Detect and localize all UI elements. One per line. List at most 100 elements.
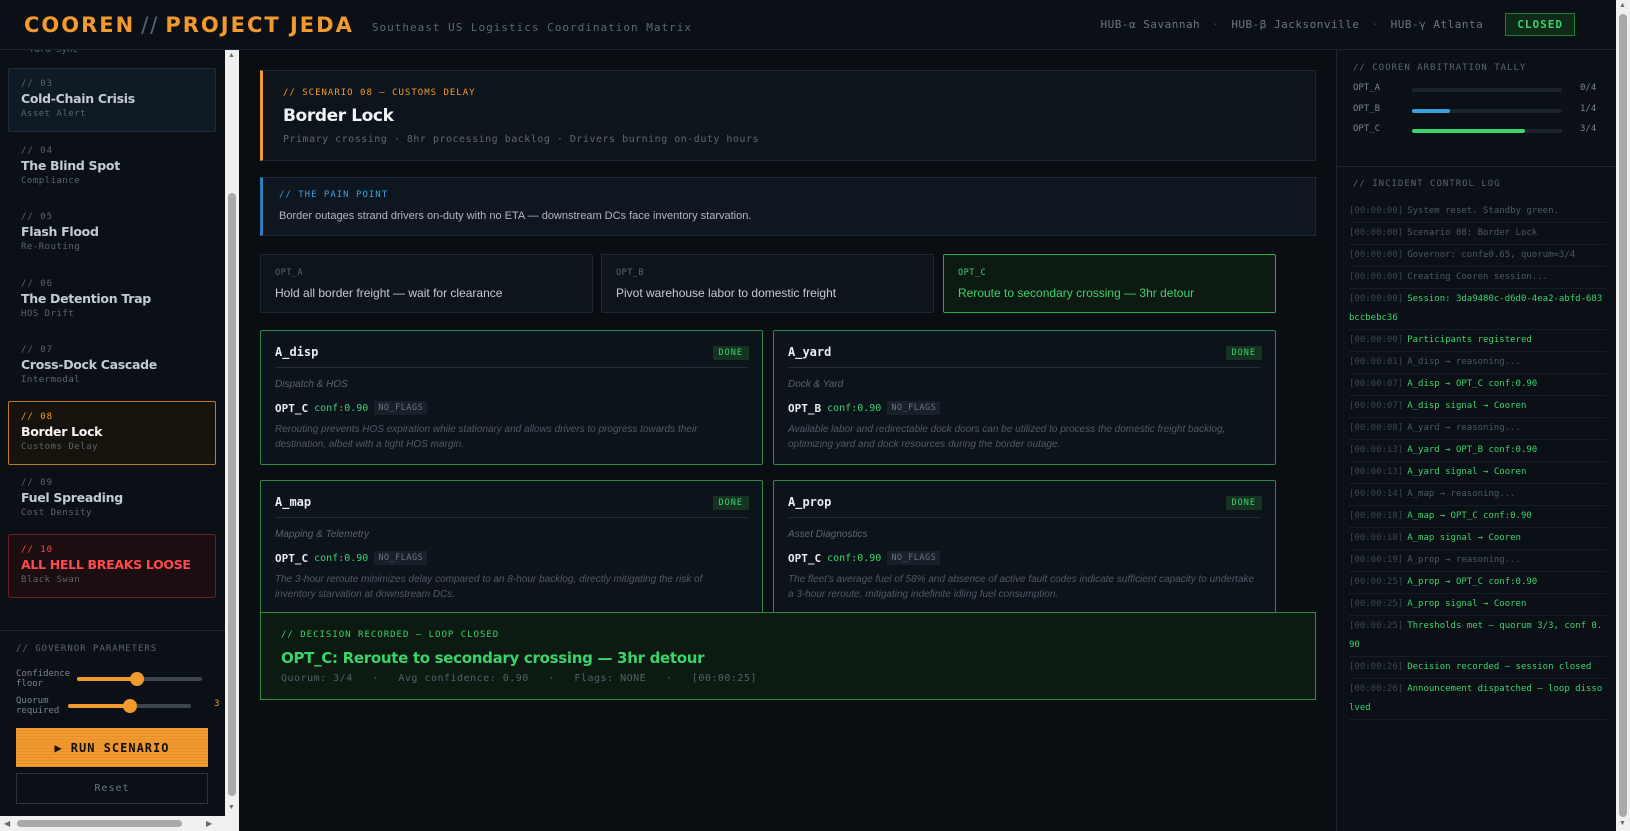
option-key: OPT_C bbox=[958, 268, 987, 278]
sidebar-horizontal-scrollbar[interactable]: ◀ ▶ bbox=[0, 816, 239, 831]
scenario-number: // 03 bbox=[21, 79, 54, 89]
log-message: A_map → OPT_C conf:0.90 bbox=[1407, 511, 1532, 521]
scenario-tag: Compliance bbox=[21, 175, 81, 186]
scenario-list[interactable]: Yard Sync // 03 Cold-Chain Crisis Asset Al… bbox=[0, 50, 225, 630]
tally-row: OPT_C 3/4 bbox=[1353, 124, 1603, 138]
decision-title: OPT_C: Reroute to secondary crossing — 3… bbox=[281, 649, 705, 667]
scroll-right-arrow-icon[interactable]: ▶ bbox=[206, 819, 212, 828]
tally-count: 3/4 bbox=[1580, 124, 1597, 134]
log-timestamp: [00:00:00] bbox=[1349, 272, 1404, 282]
agent-name: A_prop bbox=[788, 495, 832, 509]
log-timestamp: [00:00:13] bbox=[1349, 467, 1404, 477]
agent-card-prop: A_prop DONE Asset Diagnostics OPT_C conf… bbox=[773, 480, 1276, 615]
agent-confidence: conf:0.90 bbox=[827, 552, 882, 564]
agent-confidence: conf:0.90 bbox=[314, 552, 369, 564]
agent-reasoning: Available labor and redirectable dock do… bbox=[788, 424, 1226, 450]
hub-gamma: HUB-γ Atlanta bbox=[1390, 18, 1484, 31]
agent-status-badge: DONE bbox=[712, 496, 749, 510]
log-entry: [00:00:25] A_prop → OPT_C conf:0.90 bbox=[1349, 572, 1606, 594]
confidence-floor-label: Confidence floor bbox=[16, 669, 71, 689]
option-card-a[interactable]: OPT_A Hold all border freight — wait for… bbox=[260, 254, 593, 313]
scenario-number: // 09 bbox=[21, 478, 54, 488]
scroll-left-arrow-icon[interactable]: ◀ bbox=[4, 819, 10, 828]
right-panel: // COOREN ARBITRATION TALLY OPT_A 0/4 OPT_… bbox=[1336, 50, 1617, 831]
window-scrollbar[interactable]: ▲ ▼ bbox=[1616, 0, 1630, 831]
log-entry: [00:00:18] A_map signal → Cooren bbox=[1349, 528, 1606, 550]
brand-left: COOREN bbox=[24, 12, 136, 37]
scroll-down-arrow-icon[interactable]: ▼ bbox=[228, 804, 235, 811]
agent-name: A_yard bbox=[788, 345, 832, 359]
slider-handle[interactable] bbox=[122, 699, 137, 713]
quorum-value: 3 bbox=[214, 699, 220, 709]
log-message: A_yard → reasoning... bbox=[1407, 423, 1521, 433]
sidebar-vertical-scrollbar[interactable]: ▲ ▼ bbox=[225, 50, 239, 816]
scenario-item[interactable]: // 09 Fuel Spreading Cost Density bbox=[8, 467, 216, 531]
scenario-item[interactable]: // 10 ALL HELL BREAKS LOOSE Black Swan bbox=[8, 533, 216, 598]
brand-logo: COOREN//PROJECT JEDA bbox=[24, 13, 354, 37]
log-entry: [00:00:18] A_map → OPT_C conf:0.90 bbox=[1349, 506, 1606, 528]
option-text: Reroute to secondary crossing — 3hr deto… bbox=[958, 286, 1195, 300]
scenario-number: // 07 bbox=[21, 345, 54, 355]
slider-handle[interactable] bbox=[130, 672, 144, 686]
incident-log[interactable]: [00:00:00] System reset. Standby green. [0… bbox=[1349, 201, 1606, 720]
log-message: A_prop signal → Cooren bbox=[1407, 599, 1527, 609]
log-message: A_disp signal → Cooren bbox=[1407, 401, 1527, 411]
scroll-down-arrow-icon[interactable]: ▼ bbox=[1619, 820, 1626, 827]
option-card-b[interactable]: OPT_B Pivot warehouse labor to domestic … bbox=[601, 254, 934, 313]
pain-point-card: // THE PAIN POINT Border outages strand … bbox=[260, 177, 1316, 236]
scenario-tag: Asset Alert bbox=[21, 109, 87, 119]
agent-flag: NO_FLAGS bbox=[374, 551, 428, 565]
scenario-item[interactable]: // 07 Cross-Dock Cascade Intermodal bbox=[8, 334, 216, 398]
agent-vote-line: OPT_C conf:0.90 NO_FLAGS bbox=[275, 401, 428, 415]
sidebar-scroll-thumb[interactable] bbox=[228, 193, 236, 796]
agent-flag: NO_FLAGS bbox=[887, 401, 941, 415]
log-entry: [00:00:25] Thresholds met — quorum 3/3, c… bbox=[1349, 616, 1606, 657]
scenario-tag: Cost Density bbox=[21, 508, 93, 518]
tally-option-label: OPT_B bbox=[1353, 103, 1381, 114]
scenario-item-partial[interactable]: Yard Sync bbox=[8, 50, 216, 58]
agent-divider bbox=[788, 367, 1261, 368]
log-entry: [00:00:00] Governor: conf≥0.65, quorum=3/… bbox=[1349, 245, 1606, 267]
window-scroll-thumb[interactable] bbox=[1619, 14, 1627, 817]
scenario-item[interactable]: // 05 Flash Flood Re-Routing bbox=[8, 201, 216, 265]
scroll-up-arrow-icon[interactable]: ▲ bbox=[1619, 2, 1626, 9]
quorum-required-slider[interactable] bbox=[68, 699, 191, 713]
log-entry: [00:00:07] A_disp → OPT_C conf:0.90 bbox=[1349, 374, 1606, 396]
log-entry: [00:00:00] Scenario 08: Border Lock bbox=[1349, 223, 1606, 245]
pain-point-kicker: // THE PAIN POINT bbox=[279, 190, 389, 200]
pain-point-text: Border outages strand drivers on-duty wi… bbox=[279, 210, 752, 222]
decision-meta: Quorum: 3/4 · Avg confidence: 0.90 · Fla… bbox=[281, 673, 757, 684]
scroll-up-arrow-icon[interactable]: ▲ bbox=[228, 52, 235, 59]
panel-divider bbox=[1337, 166, 1617, 167]
reset-button[interactable]: Reset bbox=[16, 773, 208, 804]
agent-card-map: A_map DONE Mapping & Telemetry OPT_C con… bbox=[260, 480, 763, 615]
confidence-floor-slider[interactable] bbox=[77, 672, 202, 686]
agent-divider bbox=[275, 367, 748, 368]
log-message: Creating Cooren session... bbox=[1407, 272, 1549, 282]
agent-reasoning: Rerouting prevents HOS expiration while … bbox=[275, 424, 698, 450]
scenario-item[interactable]: // 03 Cold-Chain Crisis Asset Alert bbox=[8, 68, 216, 132]
brand-separator: // bbox=[141, 12, 160, 37]
agent-flag: NO_FLAGS bbox=[374, 401, 428, 415]
tally-bar-fill bbox=[1412, 129, 1525, 133]
hub-separator-dot: · bbox=[1212, 18, 1220, 31]
log-entry: [00:00:07] A_disp signal → Cooren bbox=[1349, 396, 1606, 418]
agent-vote-line: OPT_C conf:0.90 NO_FLAGS bbox=[275, 551, 428, 565]
scenario-item[interactable]: // 04 The Blind Spot Compliance bbox=[8, 135, 216, 199]
scenario-number: // 04 bbox=[21, 145, 54, 156]
agent-pick: OPT_B bbox=[788, 401, 822, 415]
scenario-item[interactable]: // 06 The Detention Trap HOS Drift bbox=[8, 268, 216, 332]
slider-fill bbox=[68, 704, 130, 708]
agent-card-disp: A_disp DONE Dispatch & HOS OPT_C conf:0.… bbox=[260, 330, 763, 465]
agent-card-yard: A_yard DONE Dock & Yard OPT_B conf:0.90 … bbox=[773, 330, 1276, 465]
scenario-sidebar: Yard Sync // 03 Cold-Chain Crisis Asset Al… bbox=[0, 50, 239, 831]
tally-bar-track bbox=[1412, 88, 1562, 92]
log-entry: [00:00:00] Creating Cooren session... bbox=[1349, 267, 1606, 289]
scenario-item[interactable]: // 08 Border Lock Customs Delay bbox=[8, 400, 216, 465]
log-entry: [00:00:13] A_yard → OPT_B conf:0.90 bbox=[1349, 440, 1606, 462]
run-scenario-button[interactable]: ▶ RUN SCENARIO bbox=[16, 728, 208, 767]
log-message: System reset. Standby green. bbox=[1407, 206, 1559, 216]
scenario-tag: Customs Delay bbox=[21, 441, 98, 452]
sidebar-hscroll-thumb[interactable] bbox=[17, 820, 182, 827]
option-card-c[interactable]: OPT_C Reroute to secondary crossing — 3h… bbox=[943, 254, 1276, 313]
